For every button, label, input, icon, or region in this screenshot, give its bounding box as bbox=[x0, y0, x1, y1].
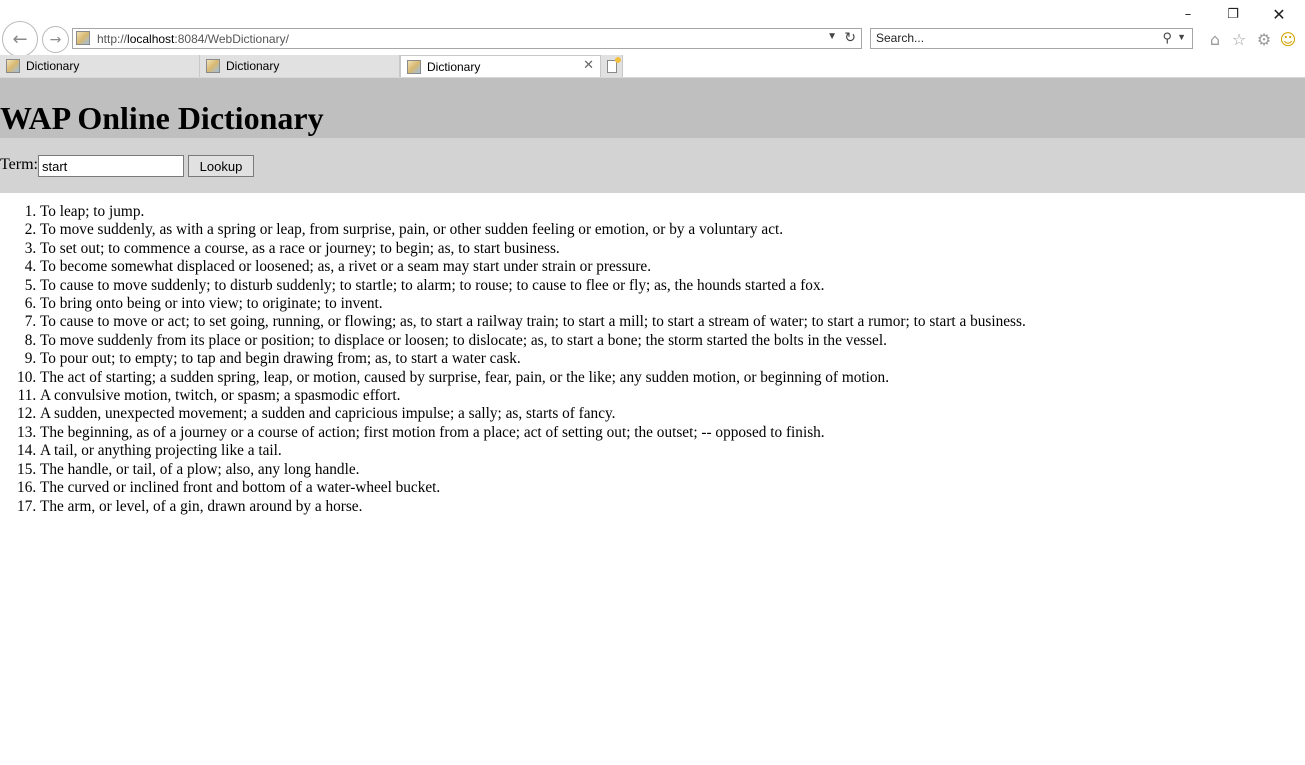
definition-item: To cause to move or act; to set going, r… bbox=[40, 313, 1026, 331]
tab-label: Dictionary bbox=[26, 59, 80, 73]
new-tab-button[interactable] bbox=[601, 55, 623, 77]
term-label: Term: bbox=[0, 156, 38, 173]
tab-favicon-icon bbox=[407, 60, 421, 74]
definition-item: The arm, or level, of a gin, drawn aroun… bbox=[40, 498, 1026, 516]
tab-bar: Dictionary Dictionary Dictionary ✕ bbox=[0, 55, 1305, 78]
definition-item: To move suddenly, as with a spring or le… bbox=[40, 221, 1026, 239]
settings-gear-icon[interactable]: ⚙ bbox=[1254, 29, 1274, 49]
definition-item: To pour out; to empty; to tap and begin … bbox=[40, 350, 1026, 368]
search-input[interactable] bbox=[876, 31, 1136, 45]
header-banner: WAP Online Dictionary bbox=[0, 78, 1305, 138]
arrow-left-icon: ← bbox=[12, 28, 28, 50]
definition-item: To set out; to commence a course, as a r… bbox=[40, 240, 1026, 258]
url-host: localhost bbox=[127, 32, 175, 46]
definition-item: A sudden, unexpected movement; a sudden … bbox=[40, 405, 1026, 423]
tab-label: Dictionary bbox=[226, 59, 280, 73]
lookup-form: Term: Lookup bbox=[0, 138, 1305, 193]
tab-dictionary-3-active[interactable]: Dictionary ✕ bbox=[400, 55, 601, 77]
definition-item: A tail, or anything projecting like a ta… bbox=[40, 442, 1026, 460]
forward-button[interactable]: → bbox=[42, 26, 69, 53]
smiley-feedback-icon[interactable]: ☺ bbox=[1278, 29, 1298, 49]
tab-favicon-icon bbox=[206, 59, 220, 73]
definition-item: The act of starting; a sudden spring, le… bbox=[40, 369, 1026, 387]
url-scheme: http:// bbox=[97, 32, 128, 46]
definition-item: The beginning, as of a journey or a cour… bbox=[40, 424, 1026, 442]
definition-item: To become somewhat displaced or loosened… bbox=[40, 258, 1026, 276]
tab-dictionary-1[interactable]: Dictionary bbox=[0, 55, 200, 77]
favorites-star-icon[interactable]: ☆ bbox=[1229, 29, 1249, 49]
url-path: :8084/WebDictionary/ bbox=[174, 32, 289, 46]
address-dropdown-icon[interactable]: ▼ bbox=[827, 31, 837, 42]
definition-item: The curved or inclined front and bottom … bbox=[40, 479, 1026, 497]
address-url[interactable]: http://localhost:8084/WebDictionary/ bbox=[97, 32, 289, 46]
minimize-icon[interactable]: – bbox=[1166, 3, 1210, 25]
new-tab-icon bbox=[606, 56, 621, 73]
definition-item: A convulsive motion, twitch, or spasm; a… bbox=[40, 387, 1026, 405]
term-input[interactable] bbox=[38, 155, 184, 177]
definition-item: To cause to move suddenly; to disturb su… bbox=[40, 277, 1026, 295]
arrow-right-icon: → bbox=[49, 31, 62, 48]
back-button[interactable]: ← bbox=[2, 21, 38, 57]
definition-item: The handle, or tail, of a plow; also, an… bbox=[40, 461, 1026, 479]
tab-favicon-icon bbox=[6, 59, 20, 73]
search-box[interactable]: ⚲ ▼ bbox=[870, 28, 1193, 49]
address-bar[interactable]: http://localhost:8084/WebDictionary/ ▼ ↻ bbox=[72, 28, 862, 49]
tab-dictionary-2[interactable]: Dictionary bbox=[200, 55, 400, 77]
definition-item: To bring onto being or into view; to ori… bbox=[40, 295, 1026, 313]
definition-item: To leap; to jump. bbox=[40, 203, 1026, 221]
home-icon[interactable]: ⌂ bbox=[1205, 29, 1225, 49]
definitions-list: To leap; to jump.To move suddenly, as wi… bbox=[0, 203, 1026, 516]
close-window-icon[interactable]: ✕ bbox=[1257, 3, 1301, 25]
lookup-button[interactable]: Lookup bbox=[188, 155, 254, 177]
search-dropdown-icon[interactable]: ▼ bbox=[1177, 32, 1186, 42]
page-favicon-icon bbox=[76, 31, 90, 45]
page-content: WAP Online Dictionary Term: Lookup To le… bbox=[0, 78, 1305, 765]
tab-label: Dictionary bbox=[427, 60, 481, 74]
definition-item: To move suddenly from its place or posit… bbox=[40, 332, 1026, 350]
restore-icon[interactable]: ❐ bbox=[1211, 3, 1255, 25]
close-tab-icon[interactable]: ✕ bbox=[583, 58, 594, 73]
search-icon[interactable]: ⚲ bbox=[1162, 30, 1172, 46]
browser-toolbar: – ❐ ✕ ← → http://localhost:8084/WebDicti… bbox=[0, 0, 1305, 57]
page-title: WAP Online Dictionary bbox=[0, 100, 324, 136]
refresh-icon[interactable]: ↻ bbox=[844, 29, 856, 46]
